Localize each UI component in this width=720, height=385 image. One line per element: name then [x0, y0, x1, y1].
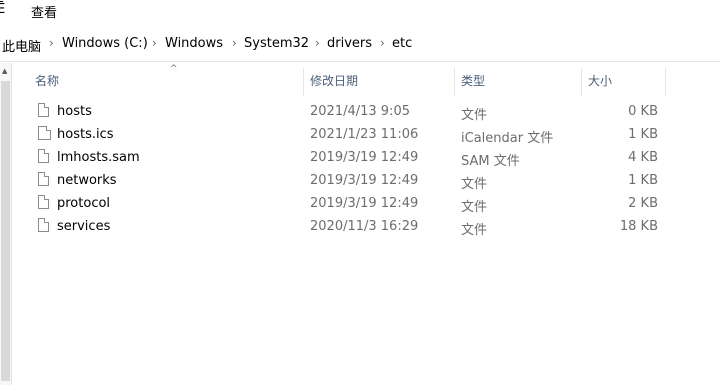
file-name: hosts	[57, 104, 92, 119]
breadcrumb-drivers[interactable]: drivers	[327, 36, 372, 51]
file-type: 文件	[461, 200, 488, 215]
file-name: hosts.ics	[57, 127, 114, 142]
calendar-file-icon	[38, 126, 51, 140]
file-date: 2019/3/19 12:49	[310, 196, 419, 211]
menu-item-view[interactable]: 查看	[31, 2, 57, 21]
file-date: 2021/1/23 11:06	[310, 127, 419, 142]
file-row-hosts[interactable]: hosts 2021/4/13 9:05 文件 0 KB	[12, 101, 672, 124]
file-type: 文件	[461, 223, 488, 238]
file-row-services[interactable]: services 2020/11/3 16:29 文件 18 KB	[12, 216, 672, 239]
breadcrumb-windows-c[interactable]: Windows (C:)	[62, 36, 148, 51]
file-icon	[38, 103, 49, 117]
column-divider[interactable]	[581, 68, 582, 96]
breadcrumb-etc[interactable]: etc	[392, 36, 412, 51]
file-size: 1 KB	[628, 127, 658, 142]
file-size: 2 KB	[628, 196, 658, 211]
file-icon	[38, 195, 49, 209]
file-type: 文件	[461, 177, 488, 192]
menu-bar: Ē 查看	[0, 0, 720, 22]
file-type: 文件	[461, 108, 488, 123]
file-size: 18 KB	[619, 219, 658, 234]
column-header-type[interactable]: 类型	[461, 72, 485, 89]
breadcrumb-separator-icon[interactable]: ›	[315, 36, 320, 50]
breadcrumb-separator-icon[interactable]: ›	[232, 36, 237, 50]
address-bar[interactable]: 此电脑 › Windows (C:) › Windows › System32 …	[0, 28, 720, 62]
file-date: 2021/4/13 9:05	[310, 104, 410, 119]
file-date: 2019/3/19 12:49	[310, 150, 419, 165]
column-divider[interactable]	[454, 68, 455, 96]
file-name: networks	[57, 173, 117, 188]
breadcrumb-separator-icon[interactable]: ›	[49, 36, 54, 50]
column-divider[interactable]	[303, 68, 304, 96]
menu-item-partial[interactable]: Ē	[0, 2, 5, 17]
column-header-row: ^ 名称 修改日期 类型 大小	[12, 64, 720, 96]
file-icon	[38, 172, 49, 186]
column-header-size[interactable]: 大小	[588, 72, 612, 89]
breadcrumb-separator-icon[interactable]: ›	[152, 36, 157, 50]
column-divider[interactable]	[665, 68, 666, 96]
file-icon	[38, 149, 49, 163]
file-name: services	[57, 219, 111, 234]
scroll-up-arrow-icon[interactable]: ▲	[2, 67, 7, 75]
file-row-lmhosts-sam[interactable]: lmhosts.sam 2019/3/19 12:49 SAM 文件 4 KB	[12, 147, 672, 170]
file-type: SAM 文件	[461, 154, 520, 169]
file-date: 2019/3/19 12:49	[310, 173, 419, 188]
scrollbar-thumb[interactable]	[1, 81, 10, 381]
breadcrumb-system32[interactable]: System32	[244, 36, 309, 51]
breadcrumb-windows[interactable]: Windows	[165, 36, 223, 51]
file-size: 4 KB	[628, 150, 658, 165]
sort-ascending-icon: ^	[170, 64, 178, 74]
column-header-name[interactable]: 名称	[35, 72, 59, 89]
file-size: 1 KB	[628, 173, 658, 188]
breadcrumb-this-pc[interactable]: 此电脑	[2, 36, 41, 55]
file-row-networks[interactable]: networks 2019/3/19 12:49 文件 1 KB	[12, 170, 672, 193]
file-icon	[38, 218, 49, 232]
column-header-date[interactable]: 修改日期	[310, 72, 358, 89]
file-size: 0 KB	[628, 104, 658, 119]
navigation-pane-scrollbar[interactable]: ▲	[0, 63, 12, 385]
breadcrumb-separator-icon[interactable]: ›	[380, 36, 385, 50]
file-date: 2020/11/3 16:29	[310, 219, 419, 234]
file-name: protocol	[57, 196, 111, 211]
file-name: lmhosts.sam	[57, 150, 140, 165]
file-type: iCalendar 文件	[461, 131, 554, 146]
file-row-protocol[interactable]: protocol 2019/3/19 12:49 文件 2 KB	[12, 193, 672, 216]
file-row-hosts-ics[interactable]: hosts.ics 2021/1/23 11:06 iCalendar 文件 1…	[12, 124, 672, 147]
